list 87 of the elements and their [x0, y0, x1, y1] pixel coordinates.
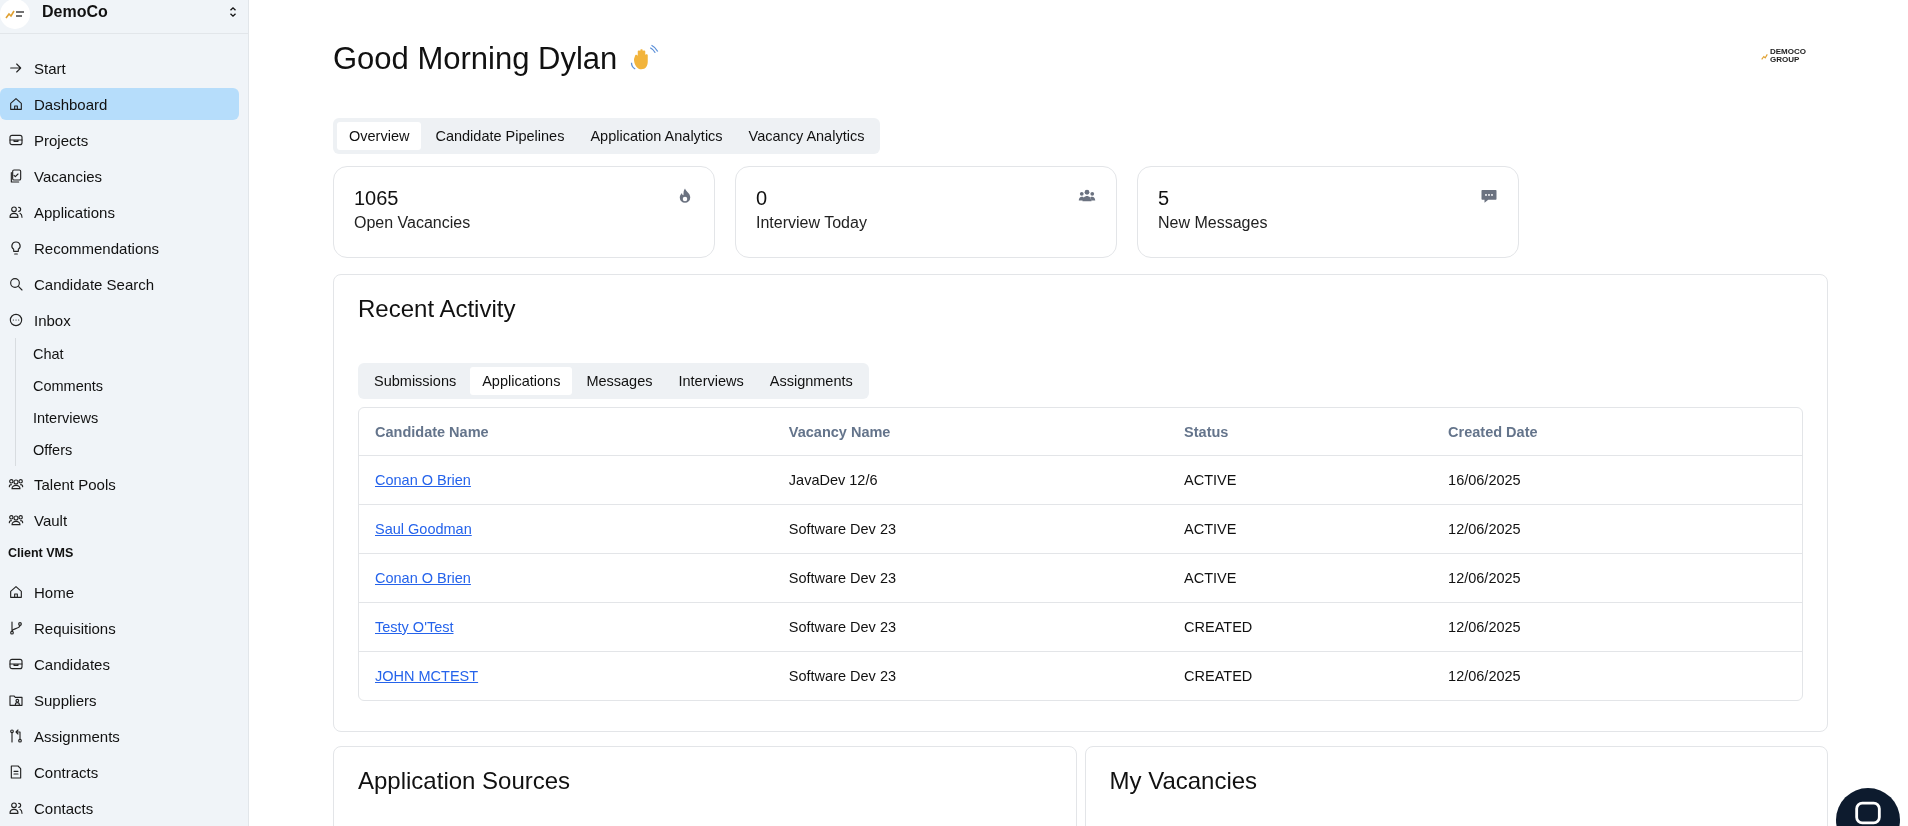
branch-icon [8, 620, 24, 636]
stat-value: 5 [1158, 187, 1171, 210]
tab[interactable]: Messages [574, 367, 665, 395]
nav-item[interactable]: Vacancies [0, 160, 239, 192]
card-title: My Vacancies [1109, 767, 1259, 795]
nav-item[interactable]: Candidate Search [0, 268, 239, 300]
arrow-icon [8, 60, 24, 76]
nav-item[interactable]: Talent Pools [0, 468, 239, 500]
tab[interactable]: Applications [470, 367, 573, 395]
group-icon [8, 476, 24, 492]
nav-item[interactable]: Inbox [0, 304, 239, 336]
nav-item[interactable]: Suppliers [0, 684, 239, 716]
table-cell-text: CREATED [1184, 619, 1254, 635]
card-title: Recent Activity [358, 295, 517, 323]
home-icon [8, 584, 24, 600]
tray-icon [8, 656, 24, 672]
table-cell-text: 12/06/2025 [1448, 521, 1522, 537]
nav-item[interactable]: Vault [0, 504, 239, 536]
column-header: Vacancy Name [788, 423, 892, 440]
nav-subitem[interactable]: Offers [16, 434, 248, 466]
nav-item[interactable]: Contracts [0, 756, 239, 788]
candidate-link[interactable]: Conan O Brien [375, 570, 471, 586]
organization-name: DemoCo [42, 2, 109, 21]
table-cell-text: Software Dev 23 [788, 619, 898, 635]
stat-label: Interview Today [756, 214, 867, 232]
stat-label: New Messages [1158, 214, 1268, 232]
table-cell-text: CREATED [1184, 668, 1254, 684]
table-cell-text: Software Dev 23 [788, 521, 898, 537]
company-logo [0, 0, 30, 29]
table-cell-text: Software Dev 23 [788, 668, 898, 684]
stat-value: 1065 [354, 187, 400, 210]
bulb-icon [8, 240, 24, 256]
nav-subitem[interactable]: Interviews [16, 402, 248, 434]
tab[interactable]: Interviews [666, 367, 756, 395]
table-cell-text: Software Dev 23 [788, 570, 898, 586]
candidate-link[interactable]: JOHN MCTEST [375, 668, 479, 684]
table-cell-text: 16/06/2025 [1448, 472, 1522, 488]
card-title: Application Sources [358, 767, 572, 795]
table-cell-text: 12/06/2025 [1448, 619, 1522, 635]
column-header: Created Date [1448, 423, 1539, 440]
nav-subitem[interactable]: Chat [16, 338, 248, 370]
chat-icon [8, 312, 24, 328]
greeting-heading: Good Morning Dylan [333, 41, 618, 77]
search-icon [8, 276, 24, 292]
stat-label: Open Vacancies [354, 214, 471, 232]
home-icon [8, 96, 24, 112]
section-heading: Client VMS [7, 545, 75, 562]
swap-icon [8, 728, 24, 744]
users-icon [8, 800, 24, 816]
candidate-link[interactable]: Testy O'Test [375, 619, 454, 635]
nav-item[interactable]: Candidates [0, 648, 239, 680]
stat-value: 0 [756, 187, 769, 210]
nav-item[interactable]: Dashboard [0, 88, 239, 120]
nav-item[interactable]: Requisitions [0, 612, 239, 644]
nav-item[interactable]: Recommendations [0, 232, 239, 264]
column-header: Status [1184, 423, 1230, 440]
nav-item[interactable]: Contacts [0, 792, 239, 824]
tab[interactable]: Assignments [757, 367, 865, 395]
company-logo: DEMOCO GROUP [1761, 47, 1810, 65]
candidate-link[interactable]: Conan O Brien [375, 472, 471, 488]
folder-icon [8, 692, 24, 708]
nav-item[interactable]: Start [0, 52, 239, 84]
tab[interactable]: Overview [337, 122, 422, 150]
candidate-link[interactable]: Saul Goodman [375, 521, 472, 537]
tab[interactable]: Application Analytics [578, 122, 735, 150]
document-icon [8, 764, 24, 780]
table-cell-text: JavaDev 12/6 [788, 472, 879, 488]
tab[interactable]: Candidate Pipelines [423, 122, 577, 150]
users-icon [8, 204, 24, 220]
nav-item[interactable]: Assignments [0, 720, 239, 752]
nav-item[interactable]: Projects [0, 124, 239, 156]
tab[interactable]: Submissions [362, 367, 469, 395]
table-cell-text: 12/06/2025 [1448, 570, 1522, 586]
table-cell-text: ACTIVE [1184, 472, 1238, 488]
table-cell-text: ACTIVE [1184, 570, 1238, 586]
message-icon [1480, 187, 1498, 205]
tray-icon [8, 132, 24, 148]
nav-subitem[interactable]: Comments [16, 370, 248, 402]
nav-item[interactable]: Home [0, 576, 239, 608]
column-header: Candidate Name [375, 423, 490, 440]
table-cell-text: ACTIVE [1184, 521, 1238, 537]
chevron-up-down-icon[interactable] [228, 4, 238, 19]
group-icon [8, 512, 24, 528]
tab[interactable]: Vacancy Analytics [736, 122, 877, 150]
nav-item[interactable]: Applications [0, 196, 239, 228]
clipboard-icon [8, 168, 24, 184]
table-cell-text: 12/06/2025 [1448, 668, 1522, 684]
